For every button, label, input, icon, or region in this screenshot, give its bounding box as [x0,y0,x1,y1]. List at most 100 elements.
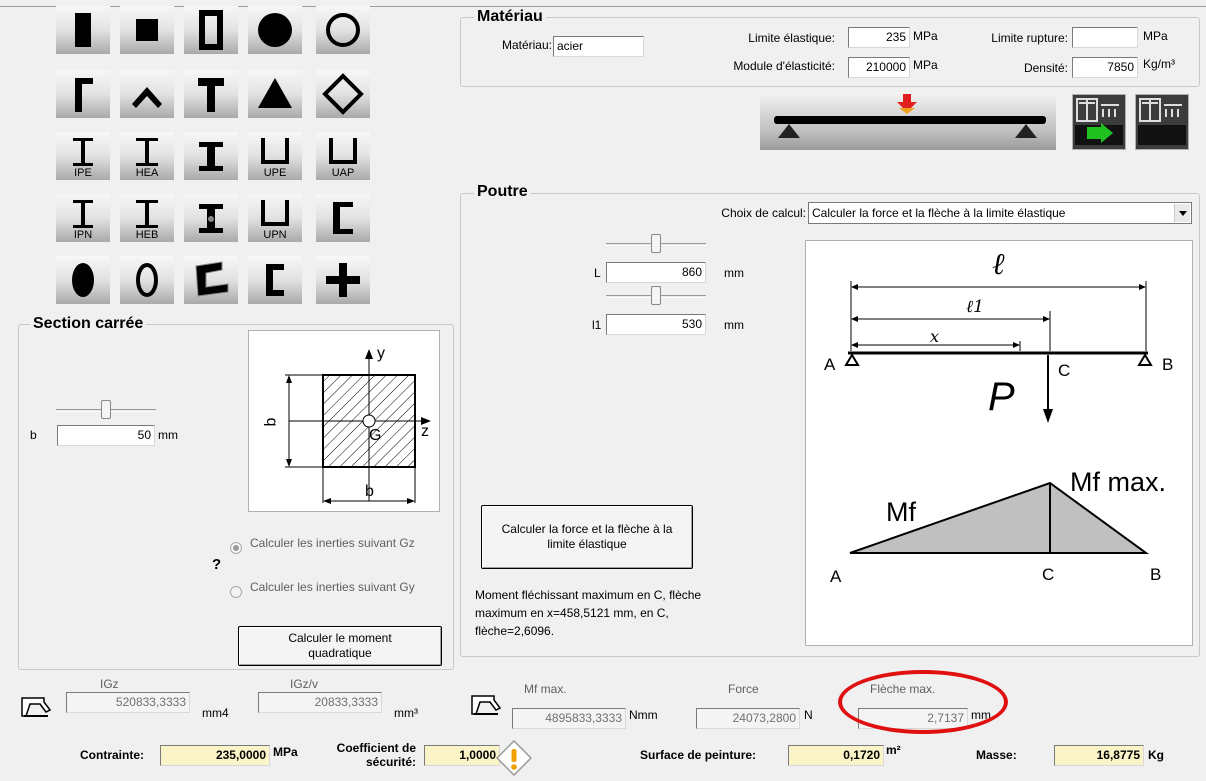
module-unit: MPa [913,58,938,72]
section-button-label: UPE [263,167,287,179]
diagram-b-side-label: b [262,417,280,427]
diagram-mf-label: Mf [886,497,916,527]
diagram-p-label: P [988,375,1015,419]
surface-input: 0,1720 [788,745,884,766]
solid-ellipse-icon [72,263,94,297]
hollow-diamond-section-button[interactable] [316,70,370,118]
b-slider-thumb[interactable] [101,400,111,419]
solid-square-section-button[interactable] [120,6,174,54]
choix-select[interactable]: Calculer la force et la flèche à la limi… [808,202,1192,224]
highlight-ellipse [838,670,1008,734]
igzv-label: IGz/v [290,677,319,691]
diagram-z-label: z [421,423,429,440]
solid-ellipse-section-button[interactable] [56,256,110,304]
limite-elastique-unit: MPa [913,29,938,43]
c-channel-section-button[interactable] [316,194,370,242]
L-slider[interactable] [606,234,706,254]
radio-gy-label[interactable]: Calculer les inerties suivant Gy [250,580,440,594]
ipn-beam-section-button[interactable]: IPN [56,194,110,242]
inverted-v-section-button[interactable] [120,70,174,118]
l1-label: l1 [592,318,602,332]
mfmax-label: Mf max. [524,682,567,696]
calc-force-button[interactable]: Calculer la force et la flèche à la limi… [481,505,693,569]
radio-gz[interactable] [230,542,242,554]
b-input[interactable]: 50 [57,425,155,446]
limite-rupture-input[interactable] [1072,27,1138,48]
hollow-rectangle-section-button[interactable] [184,6,238,54]
lipped-channel-section-button[interactable] [248,256,302,304]
hea-beam-section-button[interactable]: HEA [120,132,174,180]
igz-unit: mm4 [202,706,229,720]
solid-triangle-icon [258,78,292,108]
hollow-circle-icon [326,13,360,47]
solid-rectangle-section-button[interactable] [56,6,110,54]
beam-type-button[interactable] [760,92,1056,150]
warning-icon [495,739,533,777]
b-slider[interactable] [56,400,156,420]
masse-label: Masse: [976,748,1017,762]
i-beam-section-button[interactable] [184,132,238,180]
L-slider-thumb[interactable] [651,234,661,253]
z-profile-icon [195,261,229,297]
materiau-input[interactable]: acier [553,36,644,57]
ipe-beam-section-button[interactable]: IPE [56,132,110,180]
hollow-diamond-icon [322,73,364,115]
upe-channel-section-button[interactable]: UPE [248,132,302,180]
diagram-c2-label: C [1042,565,1055,584]
b-label: b [30,428,37,442]
contrainte-label: Contrainte: [80,748,144,762]
force-unit: N [804,708,813,722]
diagram-l-label: ℓ [992,247,1005,282]
l1-input[interactable]: 530 [606,314,706,335]
section-button-label: HEA [135,167,159,179]
diagram-x-label: x [930,327,940,346]
masse-input: 16,8775 [1054,745,1144,766]
i-beam-icon [199,142,223,171]
t-section-section-button[interactable] [184,70,238,118]
tapered-i-beam-section-button[interactable] [184,194,238,242]
densite-unit: Kg/m³ [1143,57,1176,71]
cross-section-section-button[interactable] [316,256,370,304]
section-button-label: HEB [135,229,159,241]
igzv-input: 20833,3333 [258,692,382,713]
pen-icon[interactable] [470,692,502,716]
heb-beam-section-button[interactable]: HEB [120,194,174,242]
hollow-ellipse-section-button[interactable] [120,256,174,304]
limite-rupture-label: Limite rupture: [991,31,1068,45]
radio-gy[interactable] [230,586,242,598]
hollow-circle-section-button[interactable] [316,6,370,54]
diagram-c-label: C [1058,361,1071,380]
solid-circle-icon [258,13,292,47]
materiau-label: Matériau: [501,38,552,52]
solid-circle-section-button[interactable] [248,6,302,54]
section-button-label: UPN [263,229,287,241]
L-input[interactable]: 860 [606,262,706,283]
limite-elastique-input[interactable]: 235 [848,27,910,48]
upn-channel-section-button[interactable]: UPN [248,194,302,242]
radio-gz-label[interactable]: Calculer les inerties suivant Gz [250,536,440,550]
uap-channel-section-button[interactable]: UAP [316,132,370,180]
densite-input[interactable]: 7850 [1072,57,1138,78]
export-structure-button[interactable] [1072,94,1126,150]
contrainte-unit: MPa [273,745,298,759]
import-structure-button[interactable] [1135,94,1189,150]
chevron-down-icon[interactable] [1174,204,1190,222]
help-icon[interactable]: ? [212,556,221,573]
L-unit: mm [724,266,744,280]
simply-supported-beam-icon [774,94,1046,138]
l1-slider-thumb[interactable] [651,286,661,305]
diagram-a2-label: A [830,567,842,586]
l1-slider[interactable] [606,286,706,306]
top-border [0,6,1206,7]
b-unit: mm [158,428,178,442]
pen-icon[interactable] [20,694,52,718]
calc-moment-button[interactable]: Calculer le moment quadratique [238,626,442,666]
choix-label: Choix de calcul: [721,206,806,220]
module-input[interactable]: 210000 [848,57,910,78]
coef-label: Coefficient de sécurité: [336,741,416,769]
solid-triangle-section-button[interactable] [248,70,302,118]
solid-rectangle-icon [75,13,91,47]
masse-unit: Kg [1148,748,1164,762]
z-profile-section-button[interactable] [184,256,238,304]
angle-section-section-button[interactable] [56,70,110,118]
